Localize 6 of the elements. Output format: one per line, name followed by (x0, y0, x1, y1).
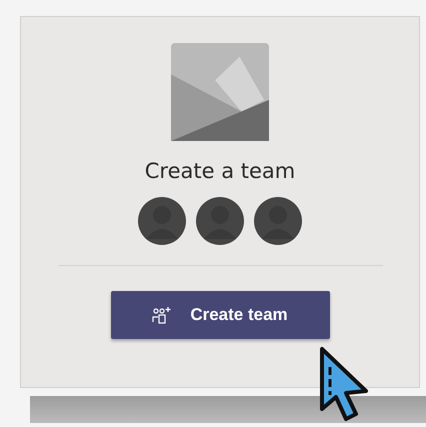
avatar-icon (196, 197, 244, 245)
avatar-icon (254, 197, 302, 245)
add-people-icon (152, 306, 172, 324)
avatar-icon (138, 197, 186, 245)
card-title: Create a team (144, 159, 296, 183)
create-team-button[interactable]: Create team (110, 291, 330, 339)
